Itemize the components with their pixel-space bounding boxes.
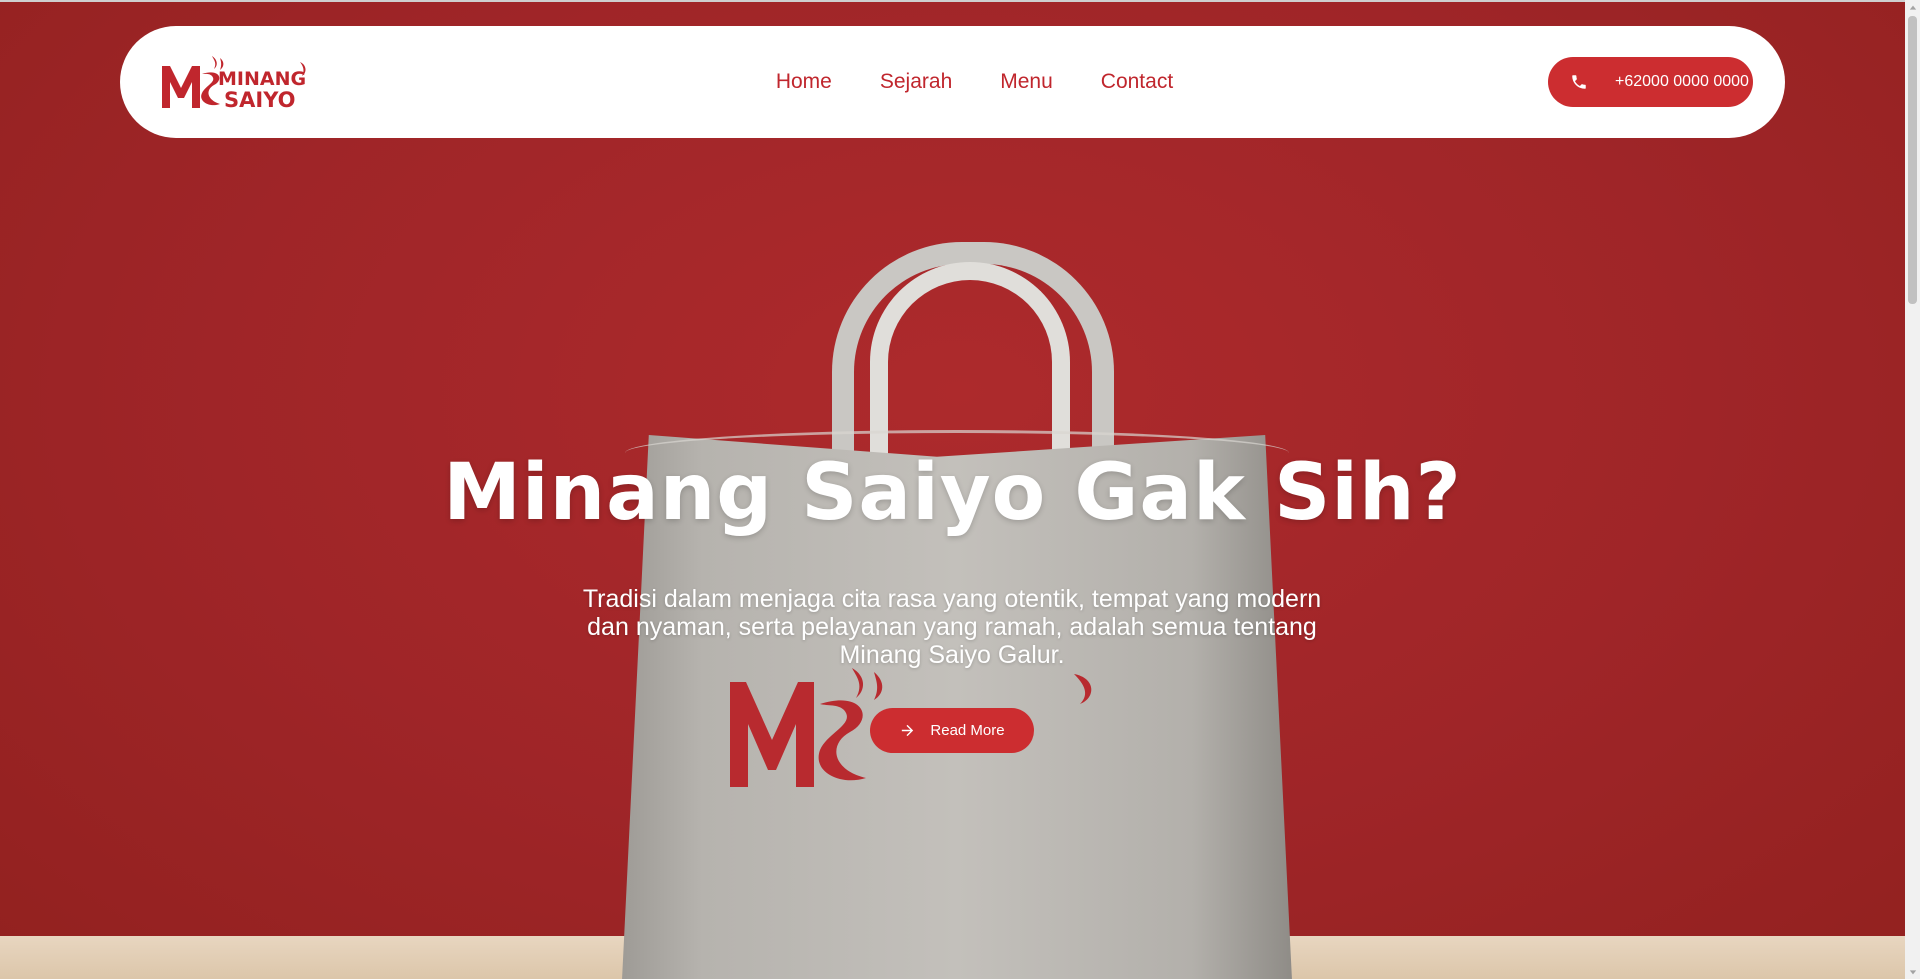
main-nav: Home Sejarah Menu Contact (120, 26, 1785, 138)
phone-icon (1570, 73, 1588, 91)
nav-sejarah[interactable]: Sejarah (880, 70, 952, 94)
hero-description: Tradisi dalam menjaga cita rasa yang ote… (582, 585, 1322, 669)
caret-up-icon[interactable] (1905, 0, 1920, 15)
read-more-button[interactable]: Read More (870, 708, 1034, 753)
scroll-thumb[interactable] (1908, 16, 1917, 304)
phone-button[interactable]: +62000 0000 0000 (1548, 57, 1753, 107)
scrollbar[interactable] (1905, 0, 1920, 979)
read-more-label: Read More (930, 722, 1005, 739)
arrow-right-icon (899, 722, 916, 739)
navbar: MINANG SAIYO Home Sejarah Menu Contact +… (120, 26, 1785, 138)
nav-contact[interactable]: Contact (1101, 70, 1173, 94)
hero-title: Minang Saiyo Gak Sih? (443, 448, 1462, 538)
phone-number: +62000 0000 0000 (1615, 73, 1749, 90)
caret-down-icon[interactable] (1905, 964, 1920, 979)
nav-menu[interactable]: Menu (1000, 70, 1053, 94)
page: MINANG SAIYO Home Sejarah Menu Contact +… (0, 0, 1920, 979)
top-edge (0, 0, 1920, 2)
nav-home[interactable]: Home (776, 70, 832, 94)
